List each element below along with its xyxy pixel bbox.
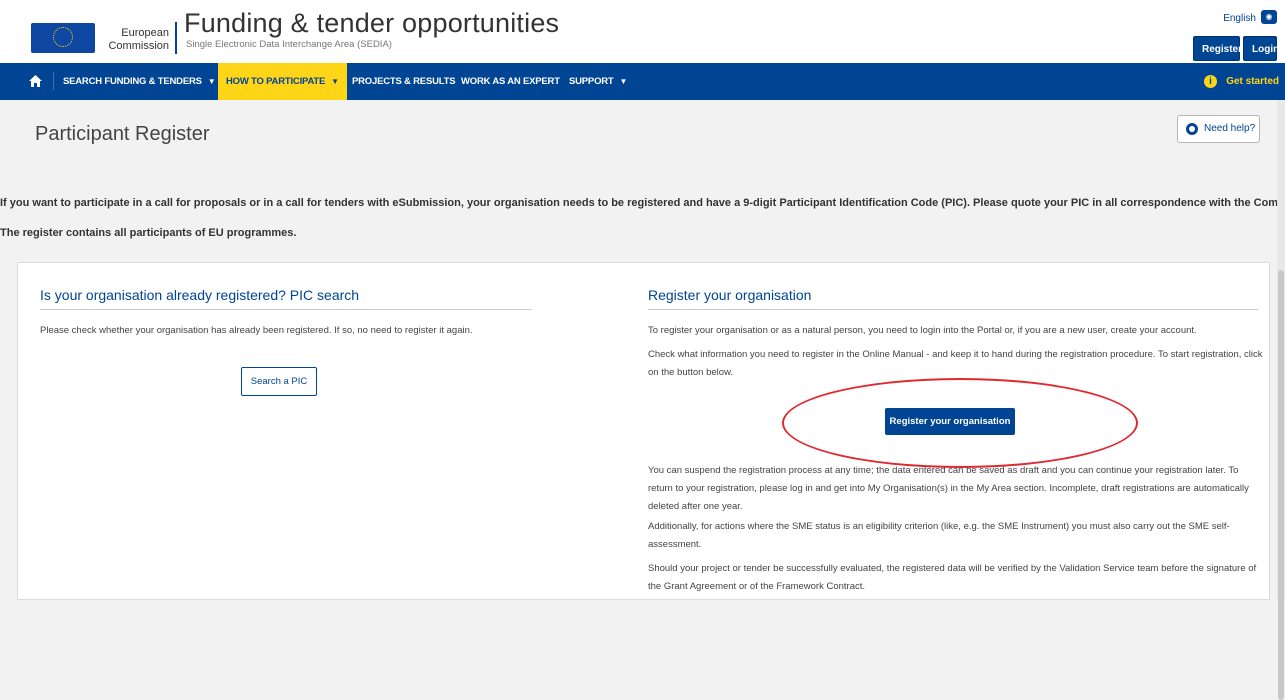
scrollbar-thumb[interactable] [1278, 270, 1284, 700]
logo-line-european: European [121, 27, 169, 39]
validation-text: Should your project or tender be success… [648, 563, 1257, 592]
caret-down-icon: ▼ [207, 77, 216, 86]
info-icon[interactable]: i [1204, 75, 1217, 88]
nav-item-search-funding[interactable]: SEARCH FUNDING & TENDERS ▼ [63, 63, 216, 100]
main-navigation: SEARCH FUNDING & TENDERS ▼ HOW TO PARTICI… [0, 63, 1285, 100]
nav-label: SEARCH FUNDING & TENDERS [63, 76, 202, 87]
nav-item-projects-results[interactable]: PROJECTS & RESULTS [352, 63, 456, 100]
register-organisation-button[interactable]: Register your organisation [885, 408, 1015, 435]
pic-search-heading: Is your organisation already registered?… [40, 287, 360, 303]
nav-label: SUPPORT [569, 76, 614, 87]
register-button[interactable]: Register [1193, 36, 1242, 61]
need-help-label: Need help? [1204, 123, 1256, 134]
logo-line-commission: Commission [108, 40, 169, 52]
register-intro-text: To register your organisation or as a na… [648, 325, 1197, 336]
heading-divider [40, 309, 532, 310]
caret-down-icon: ▼ [331, 77, 339, 86]
suspend-registration-text: You can suspend the registration process… [648, 465, 1249, 512]
eu-flag-logo[interactable] [31, 23, 95, 53]
get-started-link[interactable]: Get started [1226, 63, 1279, 100]
lifebuoy-icon [1186, 123, 1198, 135]
intro-register-note: The register contains all participants o… [0, 227, 297, 239]
pic-search-text: Please check whether your organisation h… [40, 325, 473, 336]
nav-item-support[interactable]: SUPPORT ▼ [569, 63, 627, 100]
logo-separator [175, 22, 177, 54]
nav-separator [53, 72, 54, 90]
heading-divider [648, 309, 1258, 310]
home-icon[interactable] [28, 74, 43, 89]
site-title[interactable]: Funding & tender opportunities [184, 8, 559, 39]
page-title: Participant Register [35, 123, 210, 145]
register-organisation-heading: Register your organisation [648, 287, 812, 303]
language-selector[interactable]: English [1223, 13, 1256, 24]
need-help-button[interactable]: Need help? [1177, 115, 1260, 143]
sme-status-text: Additionally, for actions where the SME … [648, 521, 1230, 550]
login-button[interactable]: Login [1243, 36, 1279, 61]
language-icon[interactable]: ◉ [1261, 10, 1277, 24]
ec-logo-text: European Commission [103, 27, 169, 53]
site-subtitle: Single Electronic Data Interchange Area … [186, 39, 392, 50]
register-manual-text: Check what information you need to regis… [648, 349, 1263, 378]
nav-item-how-to-participate[interactable]: HOW TO PARTICIPATE ▼ [218, 63, 347, 100]
scrollbar[interactable] [1277, 100, 1285, 700]
nav-item-work-as-expert[interactable]: WORK AS AN EXPERT [461, 63, 560, 100]
search-pic-button[interactable]: Search a PIC [241, 367, 317, 396]
intro-text: If you want to participate in a call for… [0, 197, 1285, 209]
eu-stars-icon [53, 27, 73, 47]
site-header: European Commission Funding & tender opp… [0, 0, 1285, 63]
nav-label: HOW TO PARTICIPATE [226, 76, 326, 87]
caret-down-icon: ▼ [619, 77, 628, 86]
